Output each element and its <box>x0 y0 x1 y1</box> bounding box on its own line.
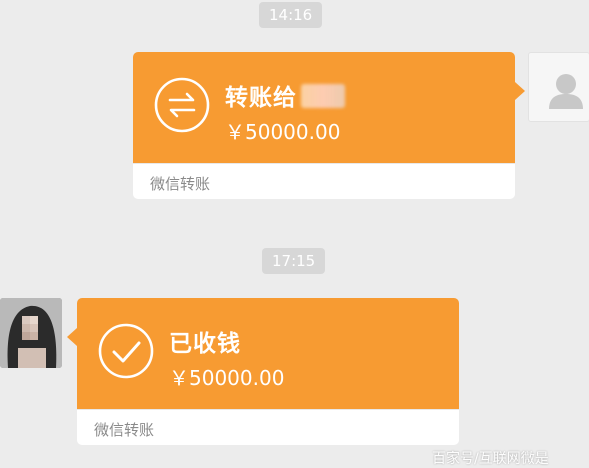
bubble-tail <box>515 82 525 100</box>
timestamp-badge: 14:16 <box>259 2 323 28</box>
my-avatar[interactable] <box>528 52 589 122</box>
recipient-name-blurred <box>301 84 345 108</box>
contact-avatar[interactable] <box>0 298 62 368</box>
timestamp-badge: 17:15 <box>262 248 326 274</box>
transfer-card-footer: 微信转账 <box>77 409 459 445</box>
wechat-transfer-label: 微信转账 <box>150 175 211 193</box>
transfer-received-bubble[interactable]: 已收钱 ￥50000.00 微信转账 <box>67 298 459 445</box>
transfer-title-text: 转账给 <box>225 85 297 111</box>
bubble-tail <box>67 328 77 346</box>
source-watermark: 百家号/互联网微是 <box>432 451 549 467</box>
transfer-card-footer: 微信转账 <box>133 163 515 199</box>
received-amount: ￥50000.00 <box>169 366 285 390</box>
transfer-arrows-icon <box>154 77 210 133</box>
transfer-card-header: 转账给 ￥50000.00 <box>133 52 515 163</box>
transfer-amount: ￥50000.00 <box>225 120 341 144</box>
wechat-transfer-label: 微信转账 <box>94 421 155 439</box>
transfer-card-header: 已收钱 ￥50000.00 <box>77 298 459 409</box>
received-title: 已收钱 <box>169 331 241 357</box>
check-circle-icon <box>98 323 154 379</box>
contact-photo-pixelated <box>0 298 62 368</box>
default-user-icon <box>549 74 583 109</box>
transfer-sent-bubble[interactable]: 转账给 ￥50000.00 微信转账 <box>133 52 525 199</box>
transfer-title: 转账给 <box>225 78 345 112</box>
